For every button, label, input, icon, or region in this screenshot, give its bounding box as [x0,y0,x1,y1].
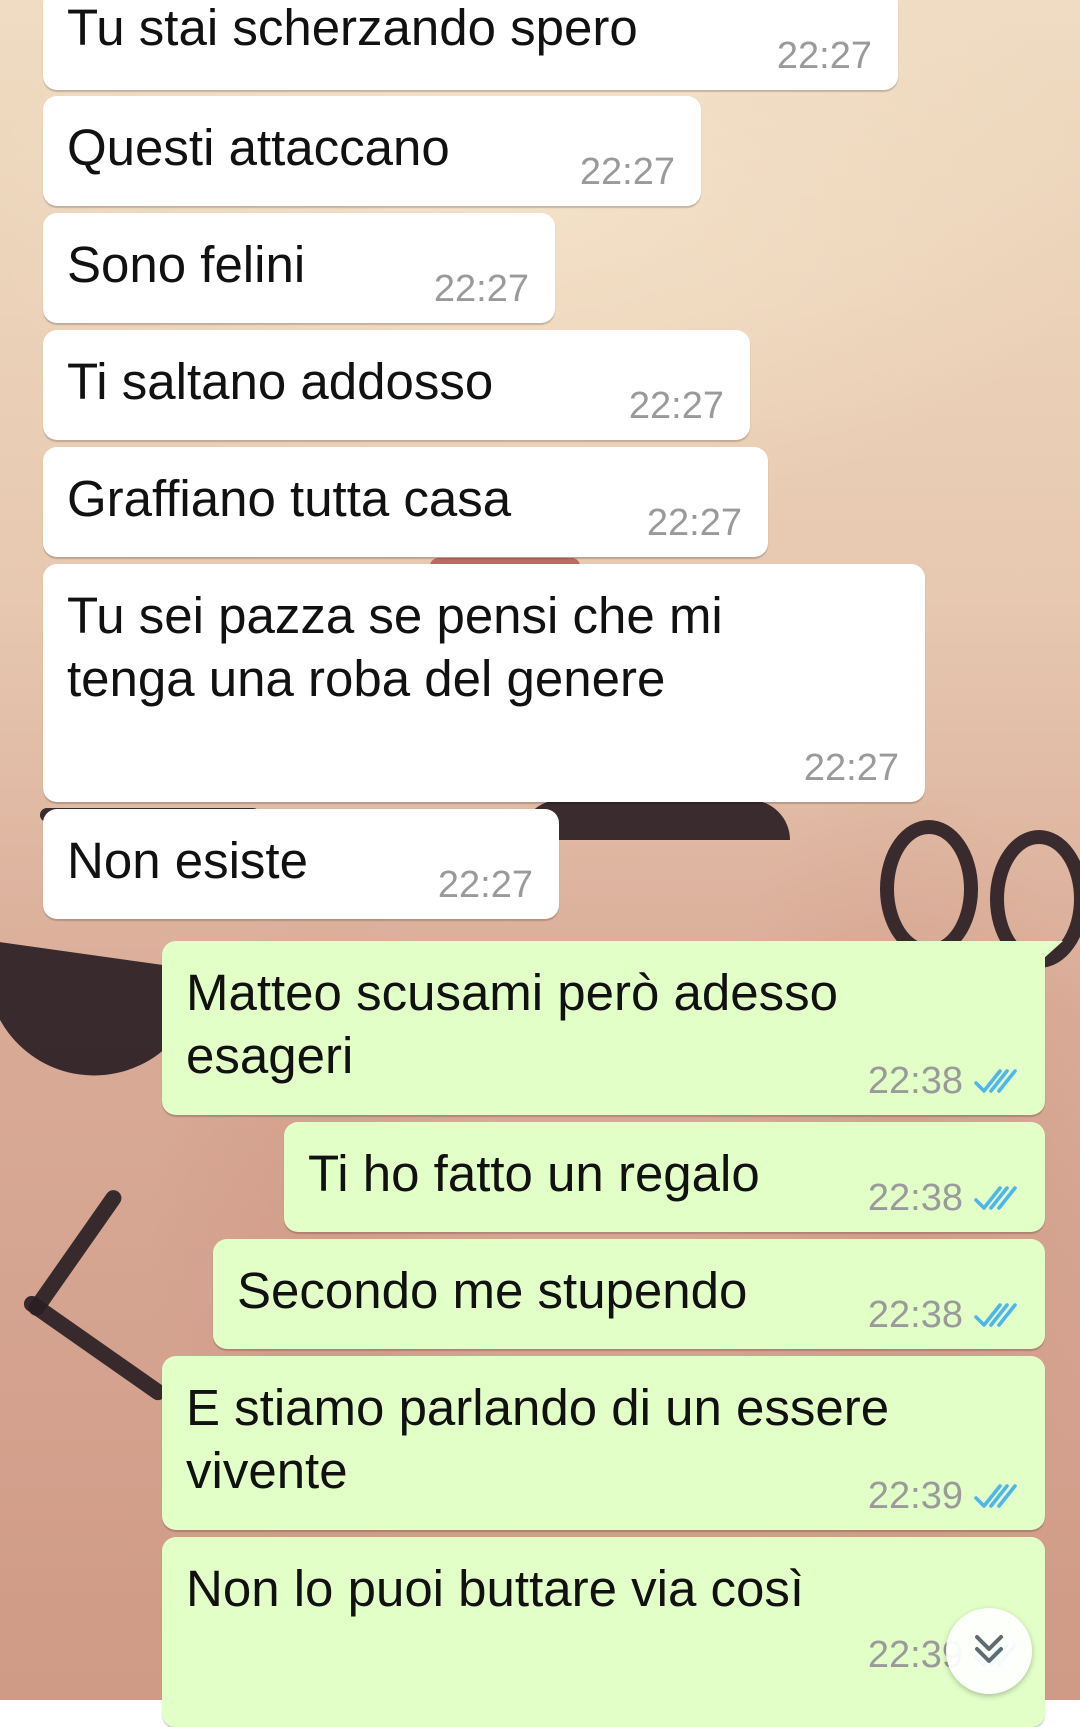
message-time: 22:38 [867,1060,963,1102]
double-check-icon [973,1300,1019,1330]
message-time: 22:27 [433,268,529,310]
message-bubble-incoming[interactable]: Questi attaccano 22:27 [43,96,701,206]
message-bubble-incoming[interactable]: Sono felini 22:27 [43,213,555,323]
message-meta: 22:38 [868,1059,1019,1103]
message-meta: 22:27 [434,267,529,311]
message-time: 22:39 [867,1475,963,1517]
message-meta: 22:27 [647,501,742,545]
message-bubble-outgoing[interactable]: Non lo puoi buttare via così 22:39 [162,1537,1045,1727]
message-bubble-incoming[interactable]: Non esiste 22:27 [43,809,559,919]
message-meta: 22:38 [868,1293,1019,1337]
message-time: 22:27 [646,502,742,544]
message-meta: 22:39 [868,1474,1019,1518]
message-time: 22:27 [437,864,533,906]
bubble-tail [1043,941,1063,959]
message-meta: 22:27 [438,863,533,907]
message-time: 22:27 [803,747,899,789]
message-bubble-outgoing[interactable]: Matteo scusami però adesso esageri 22:38 [162,941,1063,1115]
message-bubble-incoming[interactable]: Tu stai scherzando spero 22:27 [43,0,898,90]
message-time: 22:27 [776,35,872,77]
message-meta: 22:27 [777,34,872,78]
message-list[interactable]: Tu stai scherzando spero 22:27 Questi at… [0,0,1080,1727]
double-check-icon [973,1066,1019,1096]
message-text: Tu sei pazza se pensi che mi tenga una r… [67,587,723,707]
message-bubble-outgoing[interactable]: Secondo me stupendo 22:38 [213,1239,1045,1349]
message-text: Non lo puoi buttare via così [186,1560,805,1617]
chevron-double-down-icon [969,1629,1009,1674]
scroll-to-bottom-button[interactable] [946,1608,1032,1694]
message-bubble-incoming[interactable]: Tu sei pazza se pensi che mi tenga una r… [43,564,925,802]
double-check-icon [973,1481,1019,1511]
message-meta: 22:38 [868,1176,1019,1220]
double-check-icon [973,1183,1019,1213]
message-text: Ti saltano addosso [67,353,494,410]
message-time: 22:38 [867,1177,963,1219]
message-bubble-incoming[interactable]: Graffiano tutta casa 22:27 [43,447,768,557]
message-meta: 22:27 [804,746,899,790]
message-time: 22:38 [867,1294,963,1336]
message-time: 22:27 [628,385,724,427]
message-bubble-outgoing[interactable]: Ti ho fatto un regalo 22:38 [284,1122,1045,1232]
message-time: 22:27 [579,151,675,193]
message-meta: 22:27 [629,384,724,428]
message-bubble-outgoing[interactable]: E stiamo parlando di un essere vivente 2… [162,1356,1045,1530]
message-text: Tu stai scherzando spero [67,0,638,56]
message-bubble-incoming[interactable]: Ti saltano addosso 22:27 [43,330,750,440]
message-text: Graffiano tutta casa [67,470,512,527]
message-meta: 22:27 [580,150,675,194]
